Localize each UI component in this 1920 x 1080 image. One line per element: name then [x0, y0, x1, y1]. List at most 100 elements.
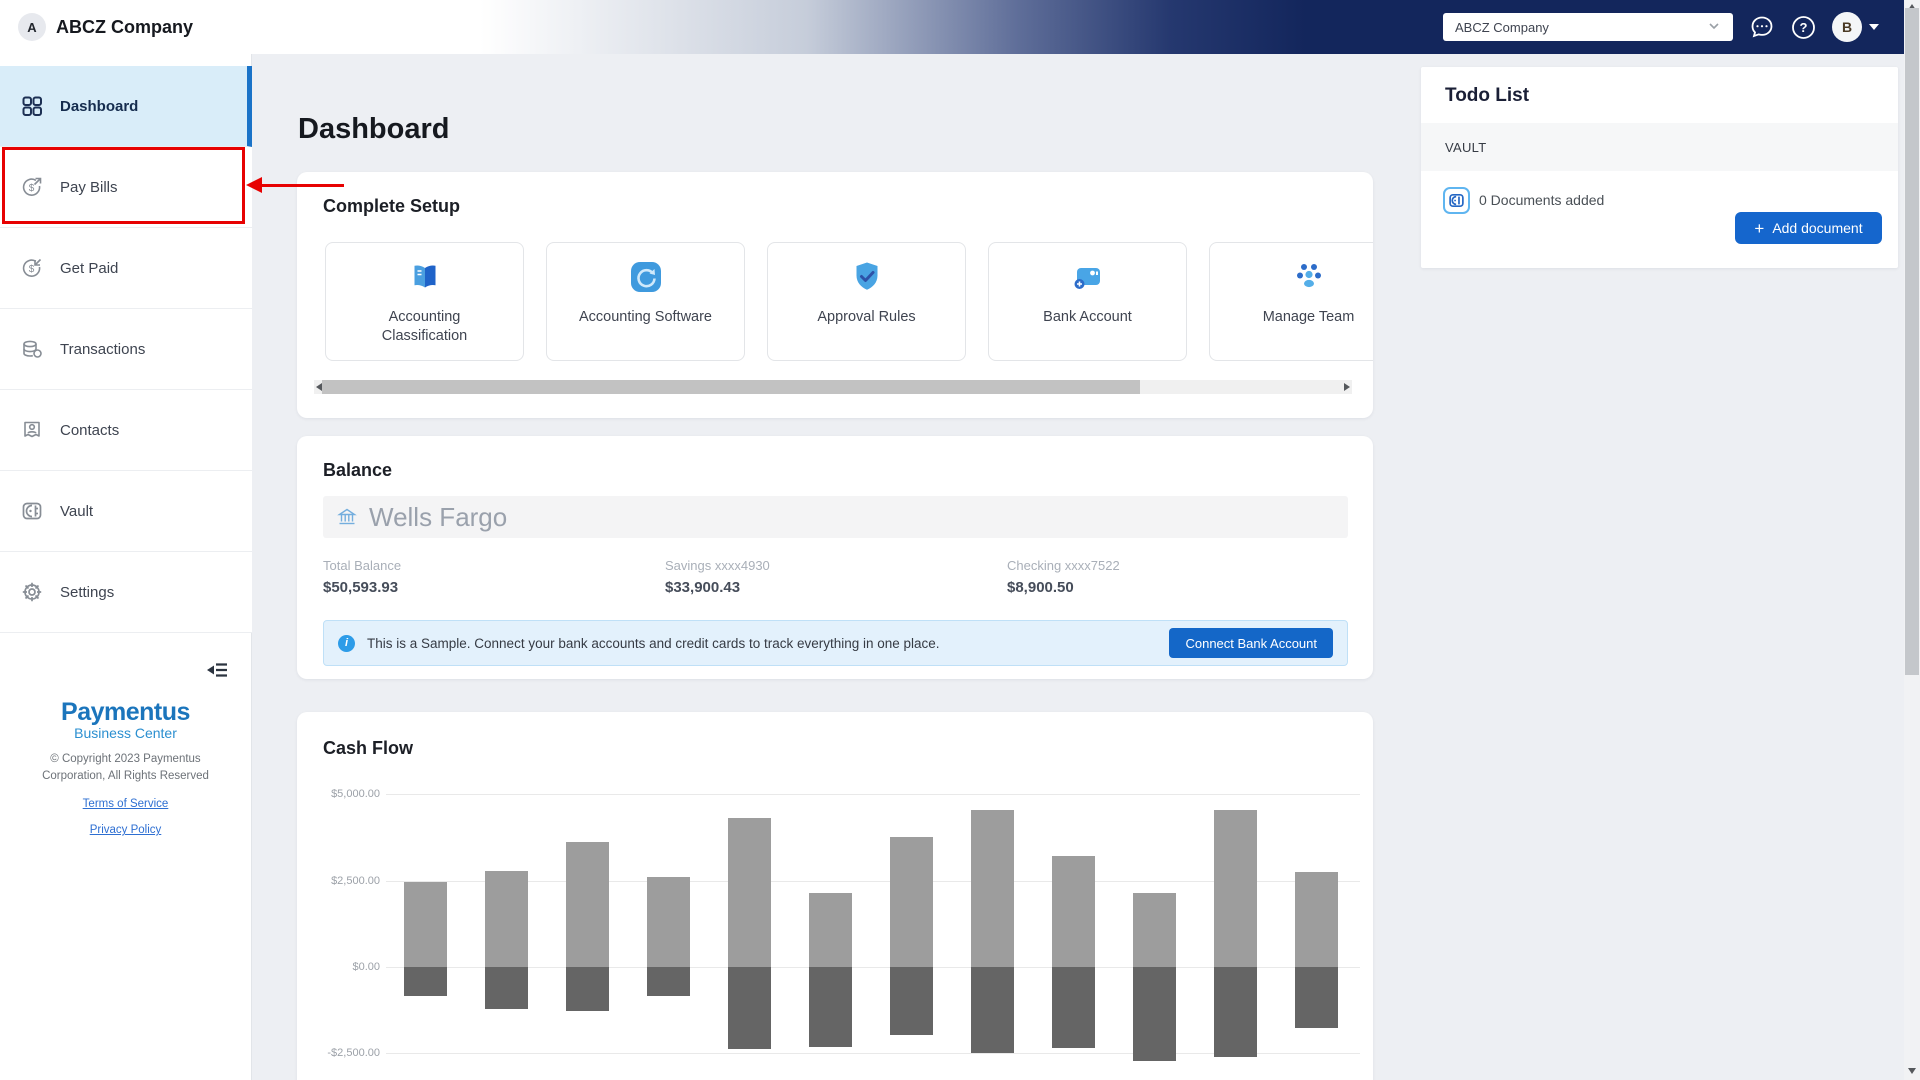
info-icon: i [338, 634, 355, 652]
setup-card-label: Accounting Software [579, 309, 712, 325]
complete-setup-panel: Complete Setup Accounting Classification… [297, 172, 1373, 418]
cashflow-bar-inflow [1295, 872, 1338, 967]
svg-text:?: ? [1800, 20, 1808, 35]
setup-card-manage-team[interactable]: Manage Team [1209, 242, 1373, 361]
setup-card-label: Bank Account [1043, 309, 1132, 325]
notice-text: This is a Sample. Connect your bank acco… [367, 635, 940, 651]
company-selector-value: ABCZ Company [1455, 19, 1549, 35]
sample-notice: i This is a Sample. Connect your bank ac… [323, 620, 1348, 666]
add-document-button[interactable]: + Add document [1735, 212, 1882, 244]
cashflow-bar-inflow [971, 809, 1014, 967]
balance-panel: Balance Wells Fargo Total Balance $50,59… [297, 436, 1373, 679]
cashflow-bar-outflow [647, 967, 690, 996]
sidebar-item-transactions[interactable]: Transactions [0, 309, 252, 390]
accounting-classification-icon [414, 265, 435, 288]
transactions-icon [23, 340, 42, 358]
sidebar-item-get-paid[interactable]: $ Get Paid [0, 228, 252, 309]
chat-icon[interactable] [1748, 13, 1776, 41]
cashflow-bar-inflow [566, 842, 609, 967]
connect-bank-account-button[interactable]: Connect Bank Account [1169, 628, 1333, 658]
sidebar-item-vault[interactable]: Vault [0, 471, 252, 552]
cashflow-bar-outflow [728, 967, 771, 1049]
cashflow-bar-outflow [485, 967, 528, 1010]
bank-icon [337, 508, 357, 525]
svg-text:$: $ [29, 183, 35, 194]
balance-label: Checking xxxx7522 [1007, 558, 1120, 573]
privacy-policy-link[interactable]: Privacy Policy [0, 824, 251, 836]
sidebar-item-dashboard[interactable]: Dashboard [0, 66, 252, 147]
sidebar-item-settings[interactable]: Settings [0, 552, 252, 633]
scroll-down-icon[interactable] [1908, 1068, 1916, 1074]
vault-icon [22, 502, 42, 520]
todo-title: Todo List [1445, 85, 1530, 106]
approval-rules-icon [856, 262, 877, 290]
cashflow-bar-outflow [890, 967, 933, 1036]
chevron-down-icon [1707, 19, 1721, 36]
vault-icon [1443, 187, 1470, 214]
balance-label: Total Balance [323, 558, 402, 573]
setup-card-bank-account[interactable]: Bank Account [988, 242, 1187, 361]
get-paid-icon: $ [22, 258, 42, 277]
balance-label: Savings xxxx4930 [665, 558, 770, 573]
brand-subtitle: Business Center [74, 725, 177, 741]
contacts-icon [24, 421, 40, 438]
cashflow-bar-inflow [809, 893, 852, 967]
vertical-scrollbar[interactable] [1904, 0, 1920, 1080]
sidebar-item-contacts[interactable]: Contacts [0, 390, 252, 471]
bank-account-icon [1074, 268, 1100, 289]
setup-card-accounting-software[interactable]: Accounting Software [546, 242, 745, 361]
cashflow-bar-inflow [1214, 809, 1257, 967]
cashflow-bar-inflow [485, 871, 528, 967]
help-icon[interactable]: ? [1791, 15, 1819, 43]
company-name: ABCZ Company [56, 16, 194, 37]
sidebar-item-label: Settings [60, 583, 115, 601]
cashflow-bar-inflow [890, 836, 933, 967]
cashflow-bar-outflow [971, 967, 1014, 1053]
cashflow-bar-outflow [566, 967, 609, 1011]
balance-savings: Savings xxxx4930 $33,900.43 [665, 558, 770, 596]
balance-value: $50,593.93 [323, 579, 399, 596]
copyright-text: © Copyright 2023 Paymentus Corporation, … [42, 753, 209, 782]
todo-panel: Todo List VAULT 0 Documents added + Add … [1421, 67, 1898, 268]
vertical-scrollbar-thumb[interactable] [1905, 8, 1919, 675]
sidebar-item-label: Transactions [60, 340, 146, 358]
brand-logo: Paymentus [61, 698, 190, 726]
collapse-sidebar-icon[interactable] [205, 658, 229, 682]
cashflow-bar-inflow [404, 882, 447, 967]
cashflow-bar-outflow [404, 967, 447, 996]
horizontal-scrollbar[interactable] [314, 380, 1352, 394]
complete-setup-title: Complete Setup [323, 196, 461, 216]
sidebar-item-label: Contacts [60, 421, 120, 439]
documents-count-text: 0 Documents added [1479, 192, 1605, 208]
sidebar: Dashboard $ Pay Bills $ Get Paid Transac… [0, 54, 252, 1080]
cashflow-bar-outflow [1214, 967, 1257, 1057]
setup-card-label: Manage Team [1262, 309, 1355, 325]
balance-total: Total Balance $50,593.93 [323, 558, 401, 596]
scroll-right-icon[interactable] [1344, 383, 1350, 391]
avatar[interactable]: B [1832, 12, 1862, 42]
horizontal-scrollbar-thumb[interactable] [322, 380, 1140, 394]
sidebar-item-label: Vault [60, 502, 94, 520]
chart-y-tick-label: -$2,500.00 [327, 1047, 380, 1060]
cashflow-bar-inflow [647, 877, 690, 967]
page-title: Dashboard [298, 113, 450, 145]
sidebar-item-label: Pay Bills [60, 178, 118, 196]
setup-card-label: Accounting Classification [381, 309, 468, 344]
cashflow-bar-outflow [809, 967, 852, 1048]
terms-of-service-link[interactable]: Terms of Service [0, 798, 251, 810]
settings-icon [22, 582, 42, 602]
caret-down-icon[interactable] [1869, 24, 1879, 30]
company-selector[interactable]: ABCZ Company [1443, 13, 1733, 41]
setup-card-approval-rules[interactable]: Approval Rules [767, 242, 966, 361]
balance-title: Balance [323, 460, 393, 480]
cashflow-bar-inflow [1133, 893, 1176, 967]
balance-value: $8,900.50 [1007, 579, 1074, 596]
sidebar-item-label: Dashboard [60, 97, 139, 115]
company-logo: A [18, 13, 46, 41]
setup-card-accounting-classification[interactable]: Accounting Classification [325, 242, 524, 361]
bank-name: Wells Fargo [369, 501, 508, 532]
sidebar-item-pay-bills[interactable]: $ Pay Bills [0, 147, 252, 228]
manage-team-icon [1296, 264, 1321, 288]
app-header: A ABCZ Company ABCZ Company ? B [0, 0, 1920, 54]
cashflow-bar-outflow [1295, 967, 1338, 1029]
